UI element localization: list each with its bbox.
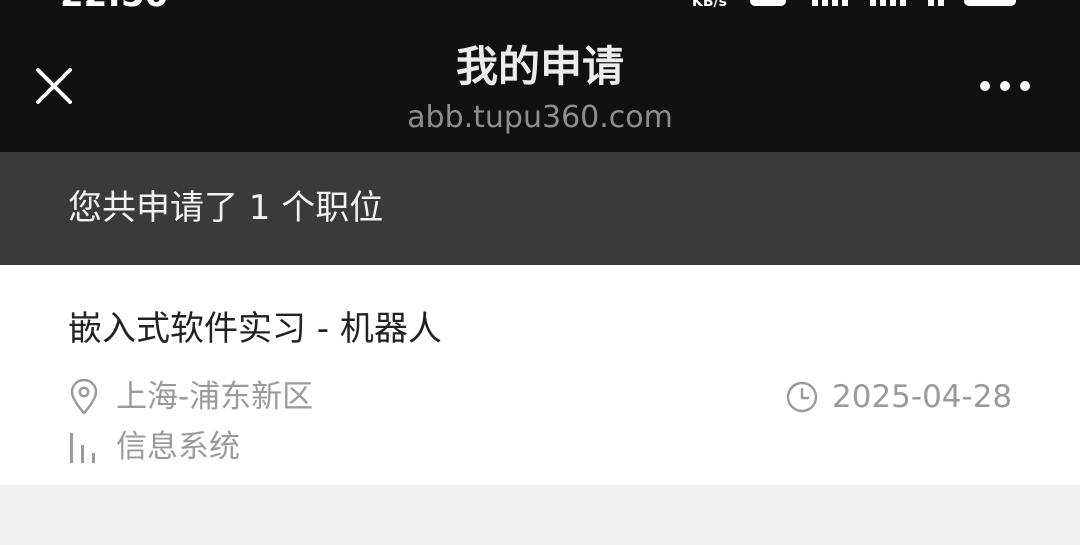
summary-banner: 您共申请了 1 个职位 [0,152,1080,265]
nav-bar: 我的申请 abb.tupu360.com [0,14,1080,152]
location-pin-icon [70,379,98,415]
location-text: 上海-浦东新区 [116,379,314,415]
volte-icon [750,0,786,6]
date-text: 2025-04-28 [832,379,1013,415]
category-text: 信息系统 [116,429,240,465]
signal-icon [812,0,848,6]
status-time: 22:50 [60,0,168,12]
screen: 22:50 KB/s [0,0,1080,545]
application-card[interactable]: 嵌入式软件实习 - 机器人 上海-浦东新区 2025-04-28 信息系统 [0,265,1080,485]
wifi-icon [928,0,944,6]
net-speed-unit: KB/s [692,0,727,10]
bar-chart-icon [70,433,95,463]
page-domain: abb.tupu360.com [407,100,673,135]
job-title: 嵌入式软件实习 - 机器人 [68,309,442,349]
status-icons [750,0,1016,6]
empty-area [0,485,1080,545]
more-icon[interactable] [970,66,1040,106]
battery-icon [964,0,1016,6]
clock-icon [786,381,818,413]
page-title: 我的申请 [455,42,624,91]
signal-icon [870,0,906,6]
status-bar: 22:50 KB/s [0,0,1080,14]
summary-text: 您共申请了 1 个职位 [68,188,384,228]
